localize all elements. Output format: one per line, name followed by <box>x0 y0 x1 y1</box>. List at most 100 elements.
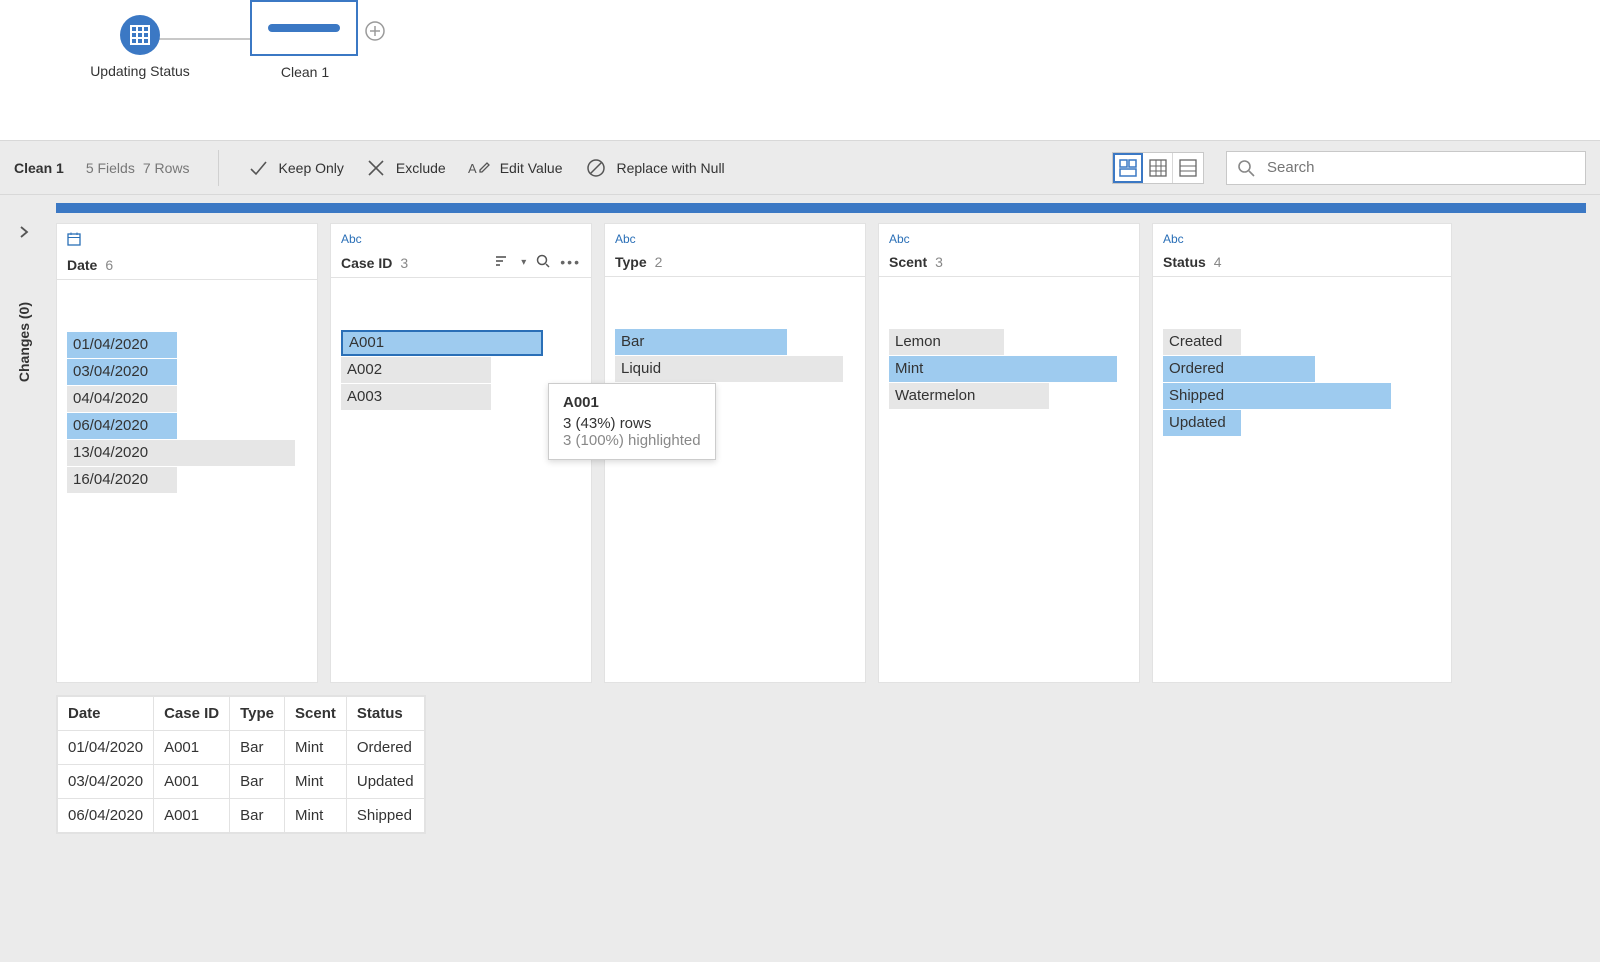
field-header[interactable]: Status4 <box>1163 254 1441 270</box>
divider <box>605 276 865 277</box>
more-button[interactable]: ••• <box>560 254 581 271</box>
flow-node-clean[interactable]: Clean 1 <box>250 0 360 80</box>
rows-count: 7 Rows <box>143 160 190 176</box>
column-header[interactable]: Type <box>230 697 285 731</box>
search-input[interactable] <box>1265 158 1575 177</box>
replace-null-button[interactable]: Replace with Null <box>585 157 725 179</box>
value-bar[interactable]: Liquid <box>615 356 843 382</box>
value-list: BarLiquid <box>615 291 855 382</box>
add-step-button[interactable] <box>364 20 386 42</box>
sort-button[interactable] <box>495 254 511 271</box>
field-card: Abc Status4 CreatedOrderedShippedUpdated <box>1152 223 1452 683</box>
field-header[interactable]: Date 6 <box>67 257 307 273</box>
distinct-count: 3 <box>400 255 408 271</box>
field-actions: ▾ ••• <box>495 254 581 271</box>
value-bar[interactable]: A001 <box>341 330 543 356</box>
field-name: Case ID <box>341 255 392 271</box>
field-type-label: Abc <box>615 232 855 246</box>
sort-dropdown[interactable]: ▾ <box>521 257 526 268</box>
changes-panel-collapsed: Changes (0) <box>0 195 48 962</box>
find-button[interactable] <box>536 254 550 271</box>
value-bar[interactable]: Created <box>1163 329 1241 355</box>
cell: A001 <box>154 799 230 833</box>
value-bar[interactable]: Lemon <box>889 329 1004 355</box>
tooltip-title: A001 <box>563 394 701 411</box>
cell: Bar <box>230 765 285 799</box>
value-bar[interactable]: Bar <box>615 329 787 355</box>
step-title: Clean 1 <box>14 160 64 176</box>
field-header[interactable]: Scent3 <box>889 254 1129 270</box>
cell: A001 <box>154 765 230 799</box>
null-icon <box>585 157 607 179</box>
value-bar[interactable]: 01/04/2020 <box>67 332 177 358</box>
svg-text:A: A <box>468 161 477 176</box>
column-header[interactable]: Scent <box>285 697 347 731</box>
value-list: CreatedOrderedShippedUpdated <box>1163 291 1441 436</box>
value-bar[interactable]: Updated <box>1163 410 1241 436</box>
value-bar[interactable]: A003 <box>341 384 491 410</box>
calendar-icon <box>67 232 81 246</box>
value-bar[interactable]: Watermelon <box>889 383 1049 409</box>
value-bar[interactable]: Mint <box>889 356 1117 382</box>
exclude-button[interactable]: Exclude <box>366 158 446 178</box>
x-icon <box>366 158 386 178</box>
check-icon <box>247 157 269 179</box>
view-toggle <box>1112 152 1204 184</box>
value-bar[interactable]: 13/04/2020 <box>67 440 295 466</box>
search-box[interactable] <box>1226 151 1586 185</box>
distinct-count: 2 <box>655 254 663 270</box>
table-row[interactable]: 06/04/2020A001BarMintShipped <box>58 799 425 833</box>
field-name: Date <box>67 257 97 273</box>
view-list-button[interactable] <box>1173 153 1203 183</box>
field-header[interactable]: Case ID 3 ▾ ••• <box>341 254 581 271</box>
divider <box>879 276 1139 277</box>
column-header[interactable]: Case ID <box>154 697 230 731</box>
cell: Shipped <box>346 799 424 833</box>
column-header[interactable]: Date <box>58 697 154 731</box>
tooltip-rows: 3 (43%) rows <box>563 415 701 432</box>
cell: Updated <box>346 765 424 799</box>
value-bar[interactable]: Shipped <box>1163 383 1391 409</box>
changes-label: Changes (0) <box>16 302 32 382</box>
cell: A001 <box>154 731 230 765</box>
value-bar[interactable]: 04/04/2020 <box>67 386 177 412</box>
cell: Ordered <box>346 731 424 765</box>
field-type-label <box>67 232 307 249</box>
value-bar[interactable]: 16/04/2020 <box>67 467 177 493</box>
search-icon <box>1237 159 1255 177</box>
cell: Mint <box>285 731 347 765</box>
clean-step-icon <box>250 0 358 56</box>
field-type-label: Abc <box>1163 232 1441 246</box>
distinct-count: 3 <box>935 254 943 270</box>
cell: Mint <box>285 765 347 799</box>
cell: 01/04/2020 <box>58 731 154 765</box>
cell: Bar <box>230 799 285 833</box>
table-row[interactable]: 03/04/2020A001BarMintUpdated <box>58 765 425 799</box>
value-bar[interactable]: 03/04/2020 <box>67 359 177 385</box>
flow-node-source[interactable]: Updating Status <box>60 15 220 79</box>
keep-only-button[interactable]: Keep Only <box>247 157 344 179</box>
value-bar[interactable]: Ordered <box>1163 356 1315 382</box>
divider <box>331 277 591 278</box>
distinct-count: 6 <box>105 257 113 273</box>
field-header[interactable]: Type 2 <box>615 254 855 270</box>
flow-canvas: Updating Status Clean 1 <box>0 0 1600 140</box>
value-bar[interactable]: A002 <box>341 357 491 383</box>
value-list: 01/04/202003/04/202004/04/202006/04/2020… <box>67 294 307 493</box>
edit-value-button[interactable]: A Edit Value <box>468 158 563 178</box>
cell: 06/04/2020 <box>58 799 154 833</box>
tooltip-highlighted: 3 (100%) highlighted <box>563 432 701 449</box>
column-header[interactable]: Status <box>346 697 424 731</box>
value-list: A001A002A003 <box>341 292 581 410</box>
view-profile-button[interactable] <box>1113 153 1143 183</box>
divider <box>218 150 219 186</box>
value-tooltip: A001 3 (43%) rows 3 (100%) highlighted <box>548 383 716 460</box>
value-bar[interactable]: 06/04/2020 <box>67 413 177 439</box>
view-grid-button[interactable] <box>1143 153 1173 183</box>
datasource-icon <box>120 15 160 55</box>
expand-changes-button[interactable] <box>17 225 31 242</box>
toolbar: Clean 1 5 Fields 7 Rows Keep Only Exclud… <box>0 140 1600 195</box>
field-name: Type <box>615 254 647 270</box>
divider <box>57 279 317 280</box>
table-row[interactable]: 01/04/2020A001BarMintOrdered <box>58 731 425 765</box>
